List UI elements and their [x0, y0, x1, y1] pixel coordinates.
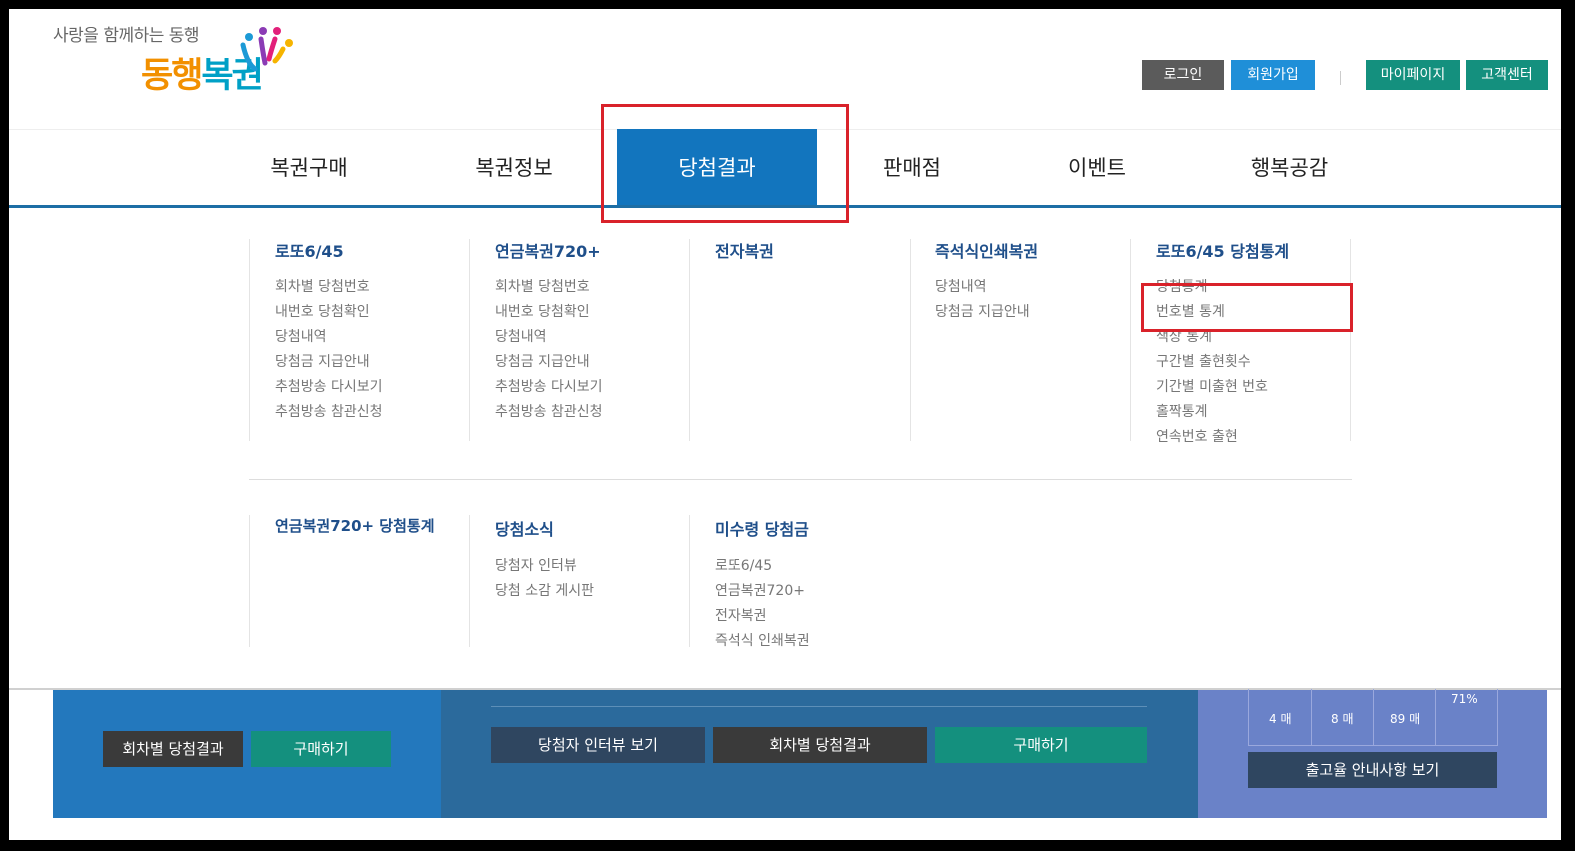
menu-title-news[interactable]: 당첨소식: [495, 516, 554, 540]
menu-link[interactable]: 당첨내역: [275, 326, 327, 346]
menu-column-end-divider: [1350, 239, 1351, 441]
menu-link[interactable]: 연속번호 출현: [1156, 426, 1238, 446]
release-count: 8 매: [1331, 712, 1354, 726]
nav-retailers[interactable]: 판매점: [867, 129, 957, 207]
menu-link[interactable]: 홀짝통계: [1156, 401, 1208, 421]
menu-title-lotto-stats[interactable]: 로또6/45 당첨통계: [1156, 238, 1289, 262]
menu-link[interactable]: 로또6/45: [715, 555, 772, 575]
menu-column-unclaimed: [689, 515, 690, 647]
top-divider: [1340, 71, 1341, 85]
menu-link[interactable]: 내번호 당첨확인: [495, 301, 590, 321]
pension-results-button[interactable]: 회차별 당첨결과: [713, 727, 927, 763]
menu-link[interactable]: 당첨금 지급안내: [275, 351, 370, 371]
release-count: 89 매: [1390, 712, 1421, 726]
signup-button[interactable]: 회원가입: [1231, 60, 1315, 90]
menu-link[interactable]: 추첨방송 다시보기: [495, 376, 603, 396]
nav-events[interactable]: 이벤트: [1052, 129, 1142, 207]
menu-link[interactable]: 즉석식 인쇄복권: [715, 630, 810, 650]
menu-link[interactable]: 기간별 미출현 번호: [1156, 376, 1268, 396]
pension-buy-button[interactable]: 구매하기: [935, 727, 1147, 763]
menu-link[interactable]: 당첨내역: [935, 276, 987, 296]
menu-link[interactable]: 당첨 소감 게시판: [495, 580, 594, 600]
menu-link[interactable]: 회차별 당첨번호: [495, 276, 590, 296]
menu-link[interactable]: 추첨방송 참관신청: [495, 401, 603, 421]
menu-title-unclaimed[interactable]: 미수령 당첨금: [715, 516, 809, 540]
menu-link[interactable]: 구간별 출현횟수: [1156, 351, 1251, 371]
winner-interview-button[interactable]: 당첨자 인터뷰 보기: [491, 727, 705, 763]
panel-divider: [491, 706, 1147, 707]
menu-title-lotto645[interactable]: 로또6/45: [275, 238, 344, 262]
lotto-results-button[interactable]: 회차별 당첨결과: [103, 731, 243, 767]
menu-link[interactable]: 당첨내역: [495, 326, 547, 346]
menu-column-instant: [910, 239, 911, 441]
browser-viewport: 사랑을 함께하는 동행 동행복권 로그인 회원가입 마이페이지 고객센터 복권구…: [9, 9, 1561, 840]
logo-people-icon: [240, 27, 293, 72]
menu-title-pension720[interactable]: 연금복권720+: [495, 238, 601, 262]
menu-link[interactable]: 추첨방송 다시보기: [275, 376, 383, 396]
menu-column-electronic: [689, 239, 690, 441]
menu-column-news: [469, 515, 470, 647]
menu-column-lotto645: [249, 239, 250, 441]
menu-link[interactable]: 당첨금 지급안내: [935, 301, 1030, 321]
release-guide-button[interactable]: 출고율 안내사항 보기: [1248, 752, 1497, 788]
highlight-box-nav: [601, 104, 849, 223]
logo-brand-part1: 동행: [141, 56, 203, 96]
highlight-box-number-stats: [1141, 283, 1353, 332]
menu-link[interactable]: 추첨방송 참관신청: [275, 401, 383, 421]
menu-link[interactable]: 당첨금 지급안내: [495, 351, 590, 371]
logo-slogan: 사랑을 함께하는 동행: [53, 26, 200, 46]
mypage-button[interactable]: 마이페이지: [1366, 60, 1460, 90]
nav-lottery-info[interactable]: 복권정보: [464, 129, 564, 207]
release-rate-percent: 71%: [1451, 692, 1478, 706]
menu-link[interactable]: 내번호 당첨확인: [275, 301, 370, 321]
menu-divider: [249, 479, 1352, 480]
menu-link[interactable]: 전자복권: [715, 605, 767, 625]
menu-link[interactable]: 연금복권720+: [715, 580, 805, 600]
support-button[interactable]: 고객센터: [1466, 60, 1548, 90]
nav-buy-lottery[interactable]: 복권구매: [259, 129, 359, 207]
login-button[interactable]: 로그인: [1142, 60, 1224, 90]
menu-column-lotto-stats: [1130, 239, 1131, 441]
menu-title-electronic[interactable]: 전자복권: [715, 238, 774, 262]
lotto-buy-button[interactable]: 구매하기: [251, 731, 391, 767]
menu-link[interactable]: 회차별 당첨번호: [275, 276, 370, 296]
menu-column-pension-stats: [249, 515, 250, 647]
menu-title-pension-stats[interactable]: 연금복권720+ 당첨통계: [275, 515, 435, 536]
menu-column-pension720: [469, 239, 470, 441]
nav-happy-space[interactable]: 행복공감: [1237, 129, 1342, 207]
release-count: 4 매: [1269, 712, 1292, 726]
menu-link[interactable]: 당첨자 인터뷰: [495, 555, 577, 575]
menu-title-instant[interactable]: 즉석식인쇄복권: [935, 238, 1038, 262]
